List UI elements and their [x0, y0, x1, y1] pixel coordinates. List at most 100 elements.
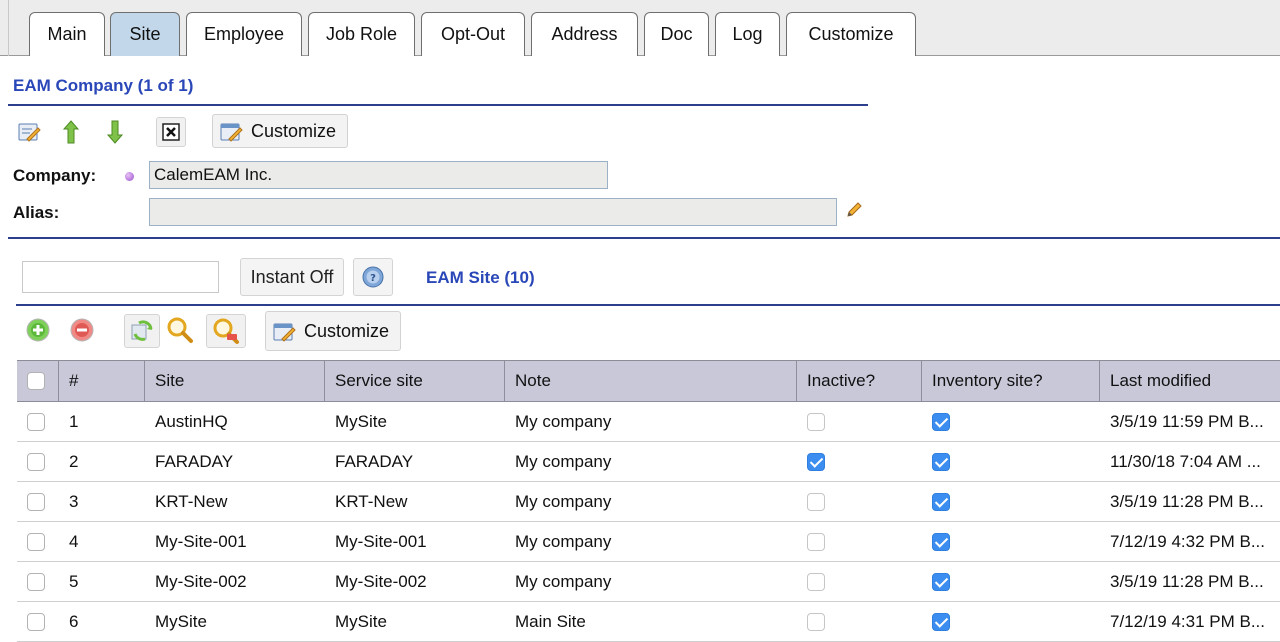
table-row[interactable]: 4 My-Site-001 My-Site-001 My company 7/12/19… — [17, 522, 1280, 562]
search-icon — [167, 317, 193, 343]
row-number: 6 — [69, 611, 79, 631]
col-header-last-modified[interactable]: Last modified — [1100, 361, 1280, 401]
row-select-checkbox[interactable] — [27, 612, 45, 631]
inventory-site-checkbox[interactable] — [932, 572, 950, 591]
move-down-button[interactable] — [100, 117, 130, 147]
table-row[interactable]: 1 AustinHQ MySite My company 3/5/19 11:59 PM… — [17, 402, 1280, 442]
row-select-checkbox[interactable] — [27, 492, 45, 511]
arrow-up-icon — [62, 120, 80, 144]
row-select-cell — [17, 562, 59, 601]
inventory-site-cell — [922, 602, 1100, 641]
row-number: 3 — [69, 491, 79, 511]
inactive-checkbox[interactable] — [807, 572, 825, 591]
tab-site[interactable]: Site — [110, 12, 180, 56]
inventory-site-cell — [922, 442, 1100, 481]
add-site-button[interactable] — [26, 318, 50, 347]
company-field[interactable]: CalemEAM Inc. — [149, 161, 608, 189]
refresh-button[interactable] — [124, 314, 160, 348]
col-header-service-site[interactable]: Service site — [325, 361, 505, 401]
row-select-checkbox[interactable] — [27, 452, 45, 471]
tab-customize[interactable]: Customize — [786, 12, 916, 56]
note-cell: My company — [515, 571, 612, 591]
tab-main[interactable]: Main — [29, 12, 105, 56]
tab-doc[interactable]: Doc — [644, 12, 709, 56]
site-customize-label: Customize — [304, 320, 390, 341]
company-customize-button[interactable]: Customize — [212, 114, 348, 148]
inventory-site-cell — [922, 402, 1100, 441]
service-site-cell: My-Site-001 — [335, 531, 427, 551]
tab-opt-out[interactable]: Opt-Out — [421, 12, 525, 56]
edit-record-button[interactable] — [12, 117, 46, 147]
search-button[interactable] — [166, 316, 194, 349]
last-modified-cell: 7/12/19 4:31 PM B... — [1110, 611, 1265, 631]
inactive-cell — [797, 522, 922, 561]
select-all-checkbox[interactable] — [27, 372, 45, 390]
inventory-site-cell — [922, 482, 1100, 521]
arrow-down-icon — [106, 120, 124, 144]
clear-search-button[interactable] — [206, 314, 246, 348]
inactive-cell — [797, 482, 922, 521]
site-section-title: EAM Site (10) — [426, 268, 535, 287]
refresh-icon — [131, 320, 153, 341]
note-cell: Main Site — [515, 611, 586, 631]
edit-form-icon — [18, 123, 41, 142]
remove-site-button[interactable] — [70, 318, 94, 347]
service-site-cell: KRT-New — [335, 491, 408, 511]
help-icon: ? — [362, 266, 384, 288]
col-header-site[interactable]: Site — [145, 361, 325, 401]
table-row[interactable]: 3 KRT-New KRT-New My company 3/5/19 11:28 PM… — [17, 482, 1280, 522]
row-select-checkbox[interactable] — [27, 532, 45, 551]
col-header-inactive[interactable]: Inactive? — [797, 361, 922, 401]
inactive-cell — [797, 602, 922, 641]
alias-field[interactable] — [149, 198, 837, 226]
customize-icon — [220, 123, 243, 142]
col-header-note[interactable]: Note — [505, 361, 797, 401]
site-customize-button[interactable]: Customize — [265, 311, 401, 351]
inactive-checkbox[interactable] — [807, 532, 825, 551]
tab-log[interactable]: Log — [715, 12, 780, 56]
tab-employee[interactable]: Employee — [186, 12, 302, 56]
tab-address[interactable]: Address — [531, 12, 638, 56]
section-divider — [8, 237, 1280, 239]
tab-job-role[interactable]: Job Role — [308, 12, 415, 56]
site-cell: MySite — [155, 611, 207, 631]
add-circle-icon — [26, 318, 50, 342]
table-row[interactable]: 6 MySite MySite Main Site 7/12/19 4:31 PM B.… — [17, 602, 1280, 642]
table-row[interactable]: 2 FARADAY FARADAY My company 11/30/18 7:04 A… — [17, 442, 1280, 482]
inventory-site-checkbox[interactable] — [932, 492, 950, 511]
inactive-checkbox[interactable] — [807, 612, 825, 631]
site-cell: AustinHQ — [155, 411, 228, 431]
note-cell: My company — [515, 411, 612, 431]
site-title-underline — [16, 304, 1280, 306]
inventory-site-checkbox[interactable] — [932, 532, 950, 551]
inventory-site-checkbox[interactable] — [932, 412, 950, 431]
col-header-inventory-site[interactable]: Inventory site? — [922, 361, 1100, 401]
inventory-site-checkbox[interactable] — [932, 452, 950, 471]
inactive-cell — [797, 562, 922, 601]
inventory-site-checkbox[interactable] — [932, 612, 950, 631]
customize-icon — [273, 323, 296, 342]
close-record-button[interactable] — [156, 117, 186, 147]
site-search-input[interactable] — [22, 261, 219, 293]
service-site-cell: MySite — [335, 411, 387, 431]
inactive-checkbox[interactable] — [807, 492, 825, 511]
inactive-checkbox[interactable] — [807, 412, 825, 431]
alias-edit-button[interactable] — [845, 201, 863, 224]
row-select-cell — [17, 522, 59, 561]
grid-header: # Site Service site Note Inactive? Inven… — [17, 360, 1280, 402]
note-cell: My company — [515, 491, 612, 511]
site-cell: KRT-New — [155, 491, 228, 511]
inactive-checkbox[interactable] — [807, 452, 825, 471]
row-select-cell — [17, 442, 59, 481]
last-modified-cell: 7/12/19 4:32 PM B... — [1110, 531, 1265, 551]
move-up-button[interactable] — [56, 117, 86, 147]
row-select-checkbox[interactable] — [27, 412, 45, 431]
last-modified-cell: 3/5/19 11:28 PM B... — [1110, 571, 1264, 591]
col-header-num[interactable]: # — [59, 361, 145, 401]
last-modified-cell: 3/5/19 11:28 PM B... — [1110, 491, 1264, 511]
row-select-checkbox[interactable] — [27, 572, 45, 591]
remove-circle-icon — [70, 318, 94, 342]
table-row[interactable]: 5 My-Site-002 My-Site-002 My company 3/5/19 … — [17, 562, 1280, 602]
help-button[interactable]: ? — [353, 258, 393, 296]
instant-toggle-button[interactable]: Instant Off — [240, 258, 344, 296]
